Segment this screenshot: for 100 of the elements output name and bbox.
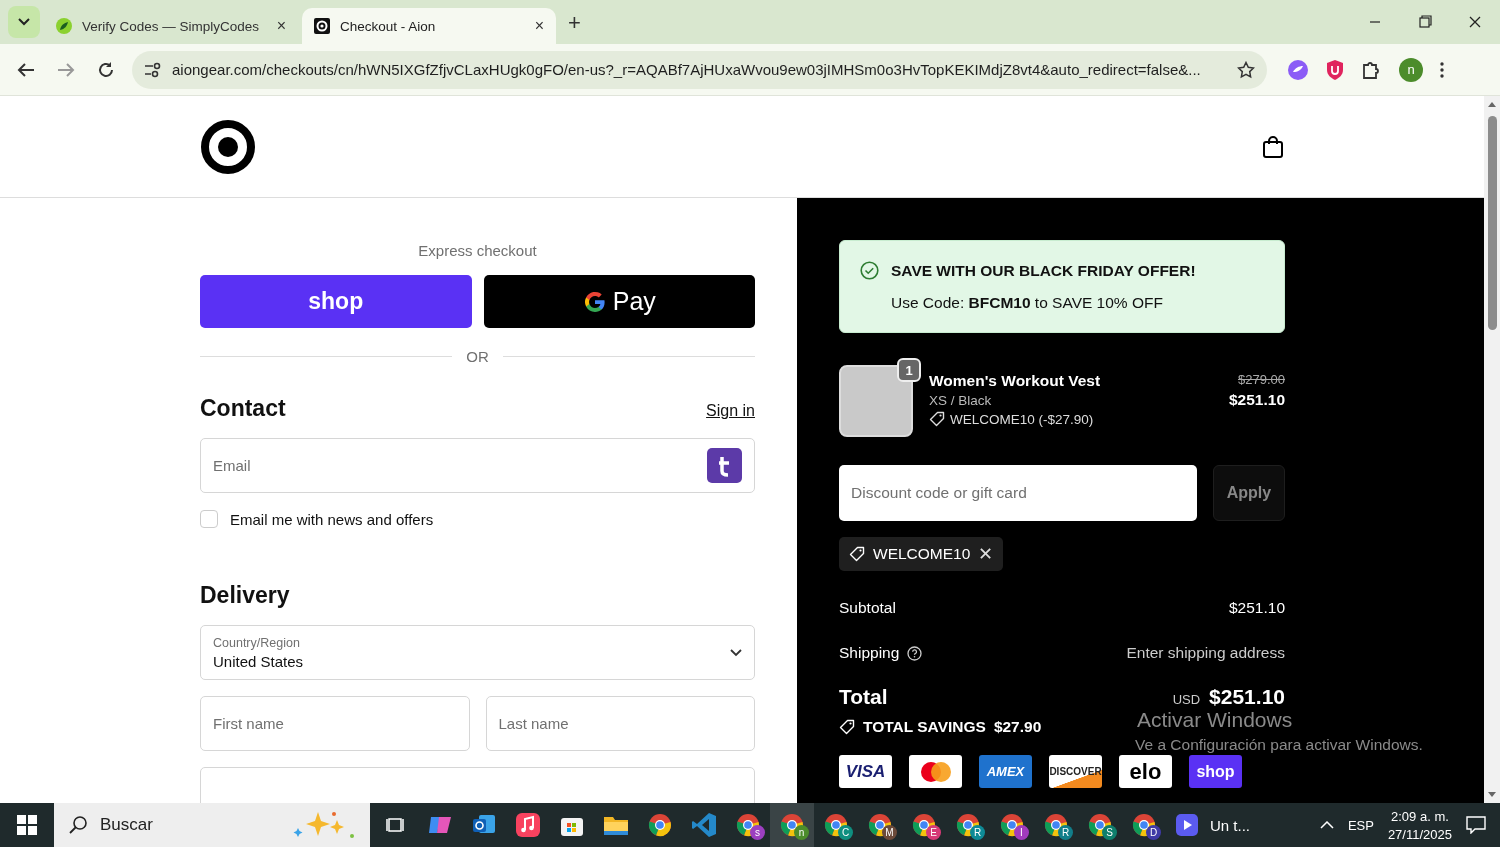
first-name-field[interactable]: First name (200, 696, 470, 751)
back-arrow-icon[interactable] (17, 61, 35, 78)
visa-card-logo: VISA (839, 755, 892, 788)
sign-in-link[interactable]: Sign in (706, 402, 755, 420)
check-circle-icon (860, 261, 879, 280)
profile-badge: D (1146, 825, 1161, 840)
savings-value: $27.90 (993, 718, 1042, 736)
play-icon[interactable] (1176, 814, 1198, 836)
folder-icon[interactable] (603, 814, 629, 836)
total-value: $251.10 (1209, 685, 1285, 709)
shield-icon[interactable] (1325, 58, 1345, 81)
discover-card-logo: DISCOVER (1049, 755, 1102, 788)
shop-pay-logo: shop (1189, 755, 1242, 788)
newsletter-label: Email me with news and offers (230, 510, 434, 528)
close-tab-button[interactable]: × (534, 17, 544, 35)
notification-icon[interactable] (1466, 816, 1486, 834)
activation-watermark-title: Activar Windows (1137, 708, 1294, 732)
browser-window-button[interactable]: M (858, 803, 902, 847)
browser-window-button[interactable]: s (726, 803, 770, 847)
savings-tag-icon (839, 719, 855, 735)
item-discount: WELCOME10 (-$27.90) (950, 411, 1094, 427)
apply-button[interactable]: Apply (1213, 465, 1285, 521)
subtotal-label: Subtotal (839, 599, 896, 617)
browser-window-button[interactable]: C (814, 803, 858, 847)
google-pay-button[interactable]: Pay (483, 275, 755, 328)
ring-logo-icon (314, 18, 330, 34)
country-select[interactable]: Country/Region United States (200, 625, 755, 680)
browser-tab[interactable]: Verify Codes — SimplyCodes × (44, 8, 298, 44)
forward-arrow-icon[interactable] (57, 61, 75, 78)
scrollbar[interactable] (1484, 96, 1500, 803)
browser-window-button[interactable]: n (770, 803, 814, 847)
site-settings-icon[interactable] (144, 61, 162, 78)
profile-badge: C (838, 825, 853, 840)
leaf-icon (56, 18, 72, 34)
profile-badge: E (926, 825, 941, 840)
browser-window-button[interactable]: D (1122, 803, 1166, 847)
code-editor-icon[interactable] (691, 812, 717, 838)
scrollbar-thumb[interactable] (1487, 116, 1497, 330)
shipping-label: Shipping (839, 644, 900, 662)
browser-tab[interactable]: Checkout - Aion × (302, 8, 556, 44)
original-price: $279.00 (1238, 372, 1285, 387)
address-bar[interactable]: aiongear.com/checkouts/cn/hWN5IXGfZfjvCLaxHUgk0gFO/en-us?_r=AQABf7AjHUxaWvou9ew03jIMHSm0o3HvTopKEKIMdjZ8vt4&auto_redirect=false&... (132, 50, 1267, 89)
activation-watermark-text: Ve a Configuración para activar Windows. (1135, 736, 1423, 754)
search-icon (68, 815, 88, 835)
amex-card-logo: AMEX (979, 755, 1032, 788)
autofill-badge[interactable] (707, 448, 742, 483)
taskbar-search-field[interactable]: Buscar (54, 803, 370, 847)
browser-window-button[interactable]: R (946, 803, 990, 847)
product-variant: XS / Black (929, 393, 993, 408)
menu-icon[interactable] (1439, 60, 1445, 79)
item-price: $251.10 (1228, 391, 1285, 409)
start-icon[interactable] (17, 815, 37, 835)
extension-icon[interactable] (1287, 58, 1309, 81)
tab-search-button[interactable] (8, 6, 40, 38)
language-indicator[interactable]: ESP (1347, 817, 1374, 833)
email-field[interactable]: Email (200, 438, 755, 493)
store-logo[interactable] (200, 118, 256, 175)
tag-icon (849, 546, 865, 562)
promo-title: SAVE WITH OUR BLACK FRIDAY OFFER! (891, 261, 1196, 280)
profile-badge: s (750, 825, 765, 840)
product-name: Women's Workout Vest (929, 372, 1102, 390)
chevron-down-icon (730, 648, 742, 657)
elo-card-logo: elo (1119, 755, 1172, 788)
quantity-badge: 1 (897, 358, 921, 382)
browser-window-button[interactable]: R (1034, 803, 1078, 847)
browser-icon[interactable] (647, 812, 673, 838)
chevron-down-icon (18, 18, 30, 26)
chevron-up-icon[interactable] (1319, 821, 1334, 829)
close-tab-button[interactable]: × (276, 17, 286, 35)
shop-pay-button[interactable]: shop (200, 275, 472, 328)
remove-code-button[interactable]: ✕ (978, 543, 994, 565)
tag-icon (929, 411, 945, 427)
clock[interactable]: 2:09 a. m. 27/11/2025 (1387, 808, 1452, 842)
discount-code-field[interactable]: Discount code or gift card (839, 465, 1197, 521)
subtotal-value: $251.10 (1228, 599, 1285, 617)
total-label: Total (839, 685, 888, 709)
reload-icon[interactable] (97, 60, 115, 79)
new-tab-button[interactable]: + (568, 10, 581, 36)
media-title[interactable]: Un t... (1210, 816, 1250, 834)
browser-window-button[interactable]: I (990, 803, 1034, 847)
savings-label: TOTAL SAVINGS (863, 718, 986, 736)
bookmark-star-icon[interactable] (1237, 60, 1255, 79)
browser-window-button[interactable]: S (1078, 803, 1122, 847)
profile-badge: R (970, 825, 985, 840)
help-icon[interactable] (907, 645, 923, 661)
newsletter-checkbox[interactable] (200, 510, 218, 528)
last-name-field[interactable]: Last name (485, 696, 755, 751)
profile-badge: R (1058, 825, 1073, 840)
browser-window-button[interactable]: E (902, 803, 946, 847)
delivery-heading: Delivery (200, 582, 291, 609)
music-note-icon[interactable] (515, 812, 541, 838)
or-separator: OR (466, 348, 489, 365)
task-view-icon[interactable] (386, 816, 406, 834)
mastercard-logo (909, 755, 962, 788)
profile-avatar[interactable]: n (1399, 57, 1423, 82)
express-checkout-label: Express checkout (417, 242, 538, 259)
shopping-bag-icon[interactable] (1262, 134, 1284, 159)
scroll-down-icon[interactable] (1487, 791, 1497, 799)
profile-badge: I (1014, 825, 1029, 840)
scroll-up-icon[interactable] (1487, 100, 1497, 108)
